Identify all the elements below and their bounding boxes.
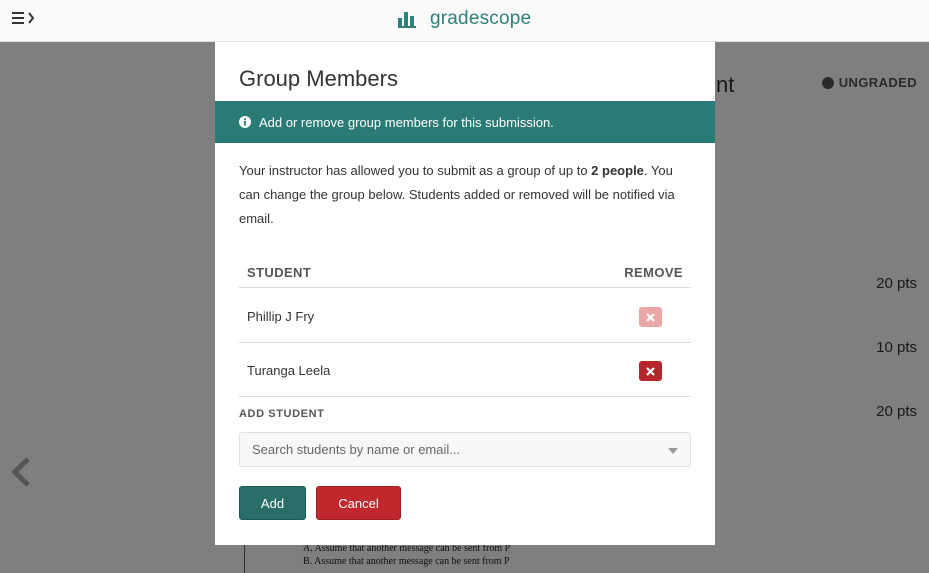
add-student-label: ADD STUDENT xyxy=(239,408,325,420)
table-row: Phillip J Fry xyxy=(239,289,691,343)
student-name: Phillip J Fry xyxy=(247,309,315,324)
group-description: Your instructor has allowed you to submi… xyxy=(239,159,689,231)
table-row: Turanga Leela xyxy=(239,343,691,397)
close-icon xyxy=(646,366,655,376)
desc-text: Your instructor has allowed you to submi… xyxy=(239,163,592,178)
search-placeholder: Search students by name or email... xyxy=(252,442,461,457)
close-icon xyxy=(646,312,655,322)
caret-down-icon xyxy=(668,448,678,454)
student-name: Turanga Leela xyxy=(247,363,331,378)
remove-member-button xyxy=(639,307,662,327)
info-banner: Add or remove group members for this sub… xyxy=(215,101,715,143)
cancel-button[interactable]: Cancel xyxy=(316,486,401,520)
info-circle-icon xyxy=(239,116,251,128)
column-student: STUDENT xyxy=(247,265,312,280)
add-button[interactable]: Add xyxy=(239,486,306,520)
nav-toggle-icon[interactable] xyxy=(12,9,40,29)
info-text: Add or remove group members for this sub… xyxy=(259,114,554,130)
top-bar: gradescope xyxy=(0,0,929,42)
chevron-left-icon[interactable] xyxy=(8,456,34,488)
members-table-header: STUDENT REMOVE xyxy=(239,252,691,288)
gradescope-logo[interactable]: gradescope xyxy=(398,6,531,32)
remove-member-button[interactable] xyxy=(639,361,662,381)
column-remove: REMOVE xyxy=(624,265,683,280)
logo-text: gradescope xyxy=(430,8,532,29)
modal-title: Group Members xyxy=(239,66,398,91)
group-size: 2 people xyxy=(591,163,644,178)
bar-chart-icon xyxy=(398,12,416,28)
group-members-modal: Group Members Add or remove group member… xyxy=(215,42,715,545)
student-search-select[interactable]: Search students by name or email... xyxy=(239,432,691,467)
